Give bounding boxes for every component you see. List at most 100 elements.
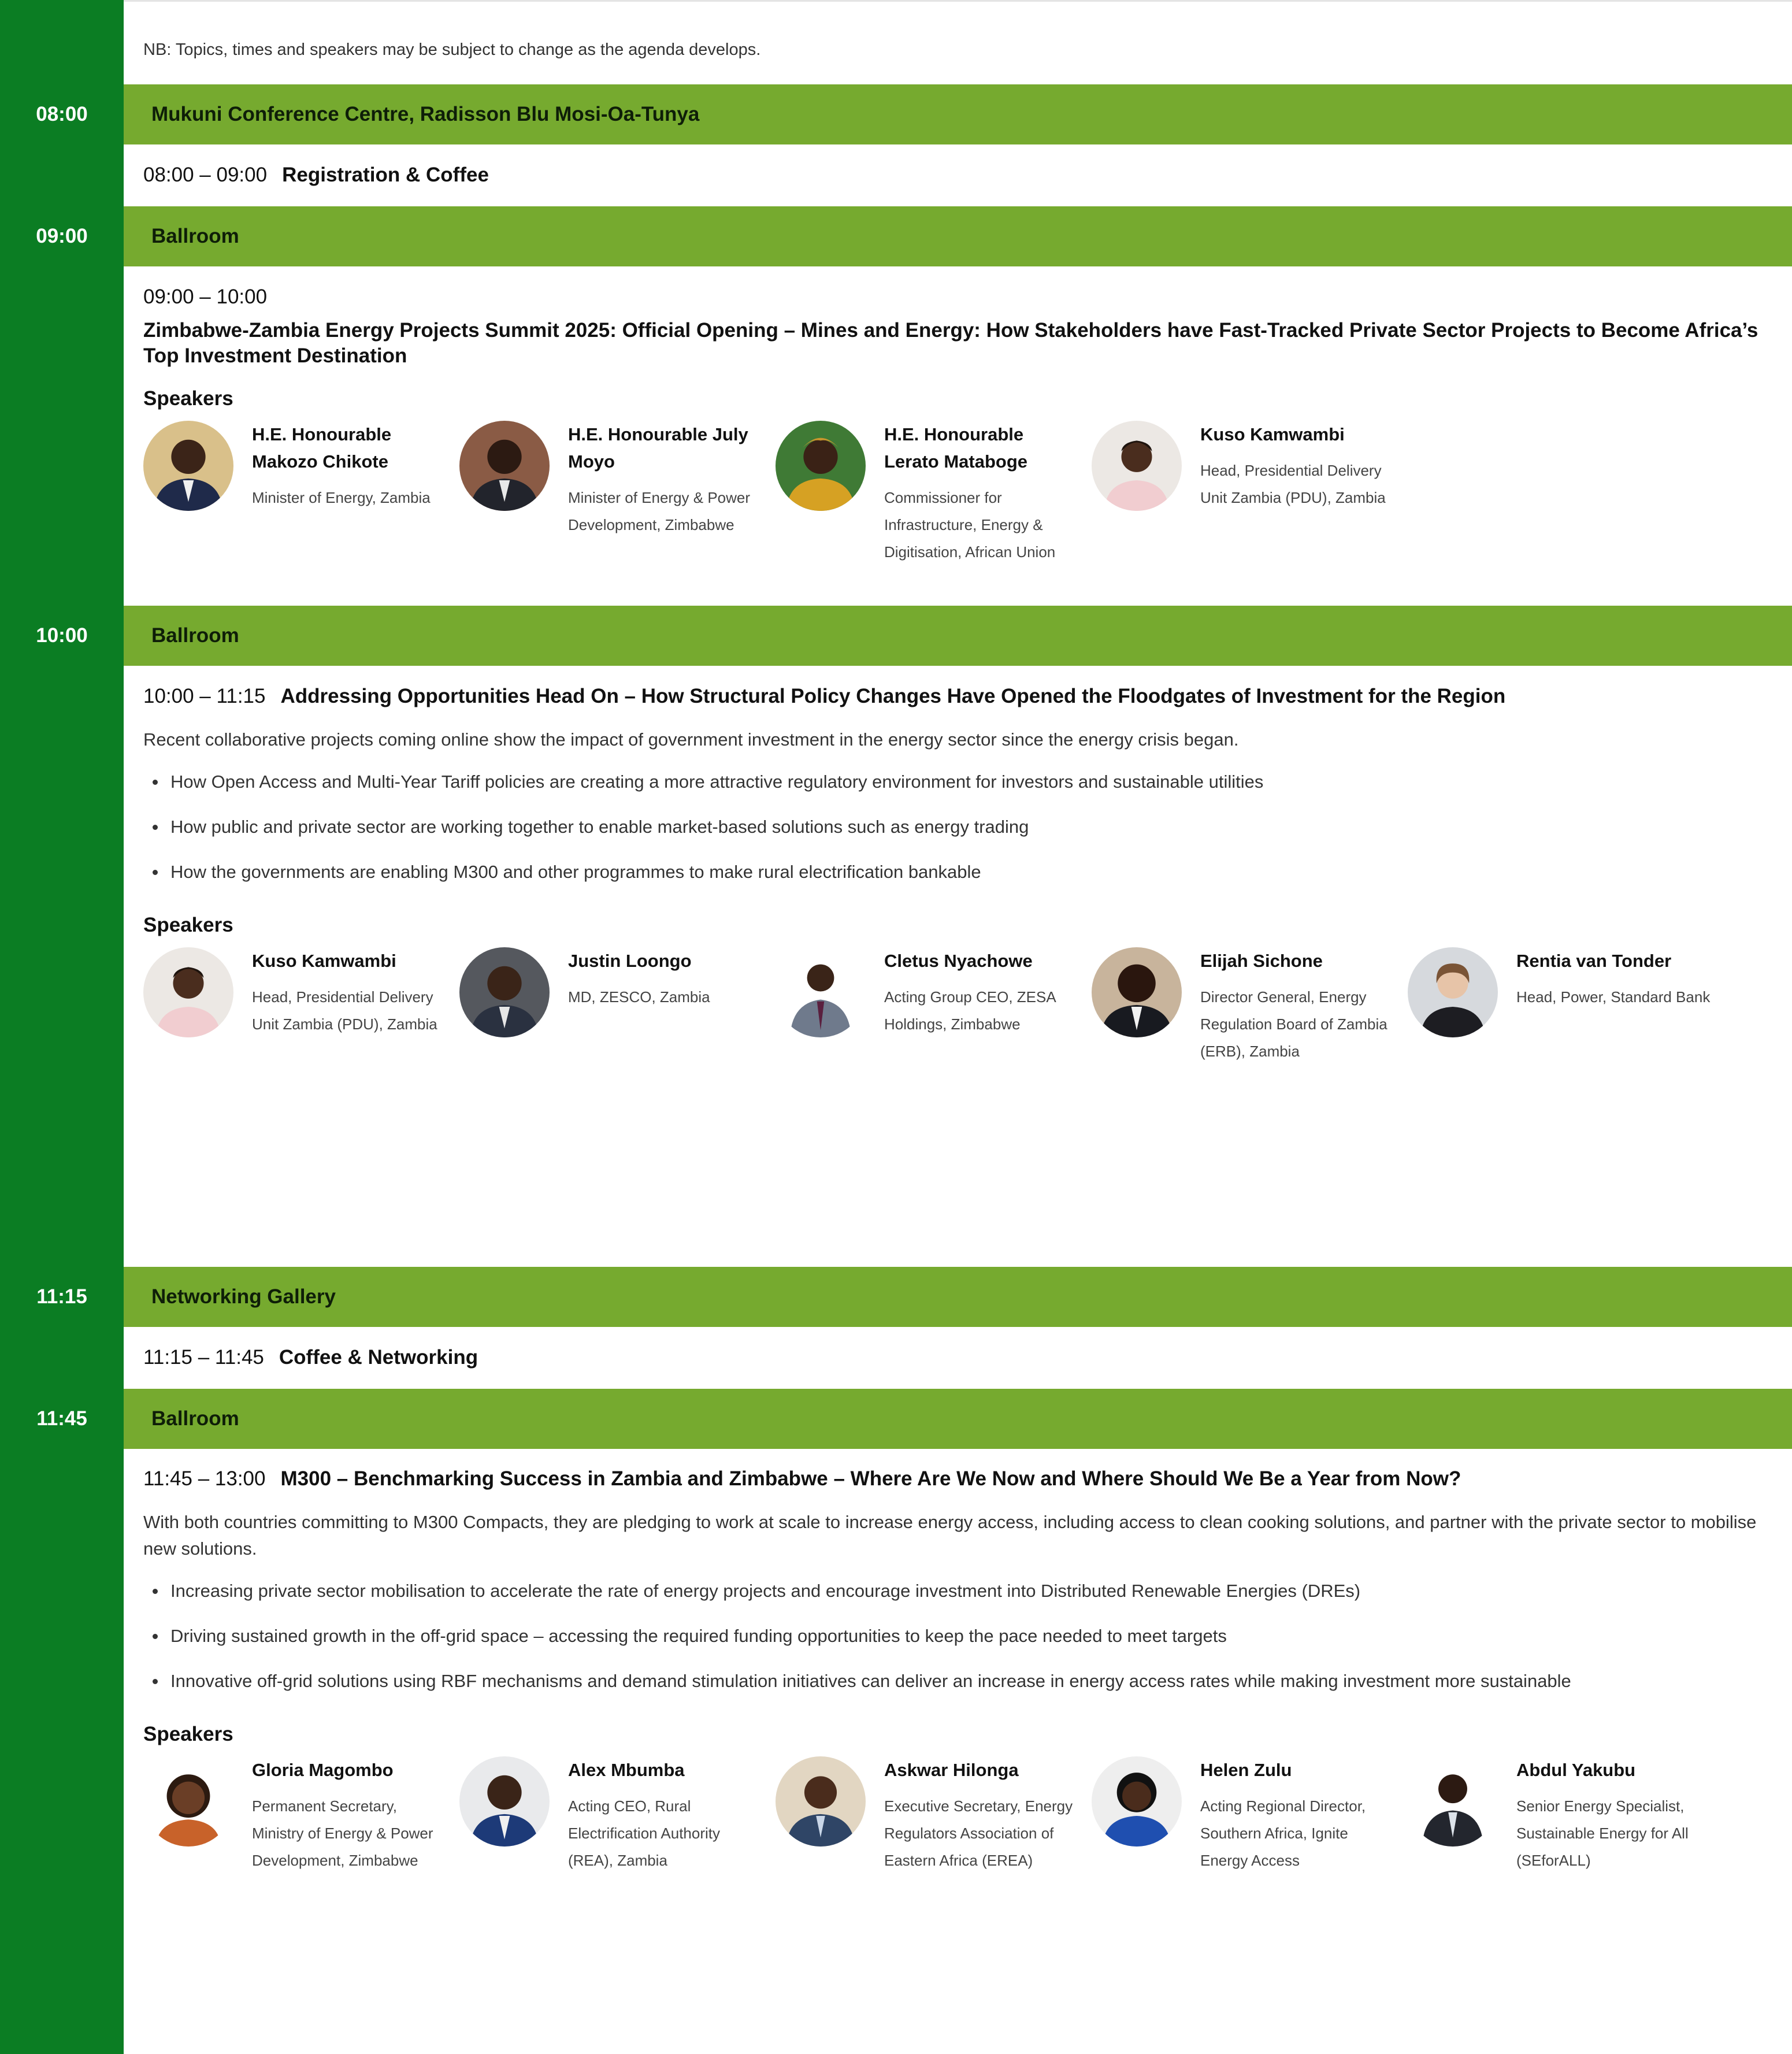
speakers-heading: Speakers bbox=[143, 914, 233, 936]
speaker-role: Acting CEO, Rural Electrification Author… bbox=[568, 1797, 721, 1869]
session-description: Recent collaborative projects coming onl… bbox=[143, 729, 1239, 750]
session-description: With both countries committing to M300 C… bbox=[143, 1512, 1757, 1559]
speakers-heading: Speakers bbox=[143, 1723, 233, 1745]
speaker-photo-icon bbox=[459, 1756, 550, 1847]
session-title: Addressing Opportunities Head On – How S… bbox=[280, 685, 1506, 707]
session-title: Zimbabwe-Zambia Energy Projects Summit 2… bbox=[143, 319, 1758, 367]
speaker-photo-icon bbox=[776, 947, 866, 1037]
speaker-role: Commissioner for Infrastructure, Energy … bbox=[884, 489, 1056, 561]
session-time: 11:45 – 13:00 bbox=[143, 1467, 266, 1490]
speaker-name: H.E. Honourable July Moyo bbox=[568, 424, 748, 472]
session-time: 09:00 – 10:00 bbox=[143, 286, 268, 308]
bullet-item: How the governments are enabling M300 an… bbox=[143, 861, 1792, 884]
speaker-name: Askwar Hilonga bbox=[884, 1760, 1019, 1780]
session-time: 11:15 – 11:45 bbox=[143, 1346, 264, 1369]
speaker-card: Kuso Kamwambi Head, Presidential Delivery… bbox=[143, 947, 459, 1065]
top-divider bbox=[124, 0, 1792, 2]
speaker-photo-icon bbox=[143, 1756, 233, 1847]
speaker-role: Head, Presidential Delivery Unit Zambia … bbox=[1200, 462, 1386, 506]
time-label-1115: 11:15 bbox=[36, 1285, 87, 1308]
speaker-photo-icon bbox=[1408, 1756, 1498, 1847]
bullet-item: Driving sustained growth in the off-grid… bbox=[143, 1625, 1792, 1648]
speakers-list: Kuso Kamwambi Head, Presidential Delivery… bbox=[143, 947, 1792, 1065]
opportunities-session: 10:00 – 11:15 Addressing Opportunities He… bbox=[143, 684, 1792, 1065]
speaker-role: MD, ZESCO, Zambia bbox=[568, 988, 710, 1006]
speaker-name: Abdul Yakubu bbox=[1516, 1760, 1636, 1780]
venue-bar-ballroom-0900: Ballroom bbox=[124, 206, 1792, 266]
speaker-photo-icon bbox=[776, 1756, 866, 1847]
speaker-role: Director General, Energy Regulation Boar… bbox=[1200, 988, 1387, 1060]
speaker-card: Justin Loongo MD, ZESCO, Zambia bbox=[459, 947, 776, 1065]
speakers-list: Gloria Magombo Permanent Secretary, Minis… bbox=[143, 1756, 1792, 1874]
session-time: 08:00 – 09:00 bbox=[143, 164, 268, 186]
bullet-item: Innovative off-grid solutions using RBF … bbox=[143, 1670, 1792, 1693]
opening-session: 09:00 – 10:00 Zimbabwe-Zambia Energy Pro… bbox=[143, 284, 1792, 566]
speaker-card: Askwar Hilonga Executive Secretary, Energ… bbox=[776, 1756, 1092, 1874]
bullet-item: Increasing private sector mobilisation t… bbox=[143, 1580, 1792, 1603]
speaker-name: Helen Zulu bbox=[1200, 1760, 1292, 1780]
speaker-name: Gloria Magombo bbox=[252, 1760, 394, 1780]
speaker-role: Acting Group CEO, ZESA Holdings, Zimbabw… bbox=[884, 988, 1056, 1033]
speaker-card: H.E. Honourable Lerato Mataboge Commissio… bbox=[776, 421, 1092, 566]
speaker-name: Elijah Sichone bbox=[1200, 951, 1323, 971]
speaker-card: Abdul Yakubu Senior Energy Specialist, Su… bbox=[1408, 1756, 1724, 1874]
session-bullets: How Open Access and Multi-Year Tariff po… bbox=[143, 770, 1792, 884]
speaker-name: H.E. Honourable Lerato Mataboge bbox=[884, 424, 1028, 472]
session-title: M300 – Benchmarking Success in Zambia an… bbox=[280, 1467, 1461, 1490]
speaker-photo-icon bbox=[459, 947, 550, 1037]
registration-session: 08:00 – 09:00 Registration & Coffee bbox=[143, 162, 1792, 188]
speaker-name: Justin Loongo bbox=[568, 951, 692, 971]
speaker-role: Head, Presidential Delivery Unit Zambia … bbox=[252, 988, 437, 1033]
speaker-name: Kuso Kamwambi bbox=[252, 951, 396, 971]
coffee-session: 11:15 – 11:45 Coffee & Networking bbox=[143, 1345, 1792, 1370]
speaker-photo-icon bbox=[1092, 421, 1182, 511]
venue-bar-ballroom-1000: Ballroom bbox=[124, 606, 1792, 666]
venue-bar-ballroom-1145: Ballroom bbox=[124, 1389, 1792, 1449]
bullet-item: How Open Access and Multi-Year Tariff po… bbox=[143, 770, 1792, 794]
speaker-name: H.E. Honourable Makozo Chikote bbox=[252, 424, 392, 472]
speaker-role: Senior Energy Specialist, Sustainable En… bbox=[1516, 1797, 1689, 1869]
speaker-photo-icon bbox=[1092, 1756, 1182, 1847]
speaker-role: Minister of Energy & Power Development, … bbox=[568, 489, 751, 533]
speaker-photo-icon bbox=[459, 421, 550, 511]
speaker-name: Kuso Kamwambi bbox=[1200, 424, 1345, 444]
time-label-1145: 11:45 bbox=[36, 1407, 87, 1430]
speaker-card: Alex Mbumba Acting CEO, Rural Electrifica… bbox=[459, 1756, 776, 1874]
session-title: Coffee & Networking bbox=[279, 1346, 478, 1369]
session-title: Registration & Coffee bbox=[282, 164, 489, 186]
speaker-name: Rentia van Tonder bbox=[1516, 951, 1672, 971]
speaker-role: Head, Power, Standard Bank bbox=[1516, 988, 1711, 1006]
speaker-card: Elijah Sichone Director General, Energy R… bbox=[1092, 947, 1408, 1065]
m300-session: 11:45 – 13:00 M300 – Benchmarking Success… bbox=[143, 1466, 1792, 1874]
venue-bar-mukuni: Mukuni Conference Centre, Radisson Blu M… bbox=[124, 84, 1792, 144]
speaker-role: Acting Regional Director, Southern Afric… bbox=[1200, 1797, 1366, 1869]
venue-bar-networking-gallery: Networking Gallery bbox=[124, 1267, 1792, 1327]
speaker-photo-icon bbox=[1408, 947, 1498, 1037]
time-label-1000: 10:00 bbox=[36, 624, 88, 647]
bullet-item: How public and private sector are workin… bbox=[143, 815, 1792, 839]
session-time: 10:00 – 11:15 bbox=[143, 685, 266, 707]
speaker-card: Helen Zulu Acting Regional Director, Sout… bbox=[1092, 1756, 1408, 1874]
speaker-photo-icon bbox=[143, 947, 233, 1037]
speakers-heading: Speakers bbox=[143, 387, 233, 410]
time-column bbox=[0, 0, 124, 2054]
speaker-card: H.E. Honourable Makozo Chikote Minister o… bbox=[143, 421, 459, 566]
speaker-photo-icon bbox=[776, 421, 866, 511]
session-bullets: Increasing private sector mobilisation t… bbox=[143, 1580, 1792, 1693]
time-label-0800: 08:00 bbox=[36, 103, 88, 125]
speaker-role: Permanent Secretary, Ministry of Energy … bbox=[252, 1797, 433, 1869]
speaker-name: Alex Mbumba bbox=[568, 1760, 685, 1780]
speaker-card: Cletus Nyachowe Acting Group CEO, ZESA Ho… bbox=[776, 947, 1092, 1065]
speaker-card: H.E. Honourable July Moyo Minister of Ene… bbox=[459, 421, 776, 566]
speaker-role: Minister of Energy, Zambia bbox=[252, 489, 431, 506]
speaker-card: Kuso Kamwambi Head, Presidential Delivery… bbox=[1092, 421, 1408, 566]
time-label-0900: 09:00 bbox=[36, 225, 88, 247]
agenda-note: NB: Topics, times and speakers may be su… bbox=[143, 40, 761, 59]
speaker-role: Executive Secretary, Energy Regulators A… bbox=[884, 1797, 1073, 1869]
speaker-photo-icon bbox=[143, 421, 233, 511]
speakers-list: H.E. Honourable Makozo Chikote Minister o… bbox=[143, 421, 1792, 566]
speaker-card: Gloria Magombo Permanent Secretary, Minis… bbox=[143, 1756, 459, 1874]
speaker-card: Rentia van Tonder Head, Power, Standard B… bbox=[1408, 947, 1724, 1065]
speaker-photo-icon bbox=[1092, 947, 1182, 1037]
speaker-name: Cletus Nyachowe bbox=[884, 951, 1033, 971]
